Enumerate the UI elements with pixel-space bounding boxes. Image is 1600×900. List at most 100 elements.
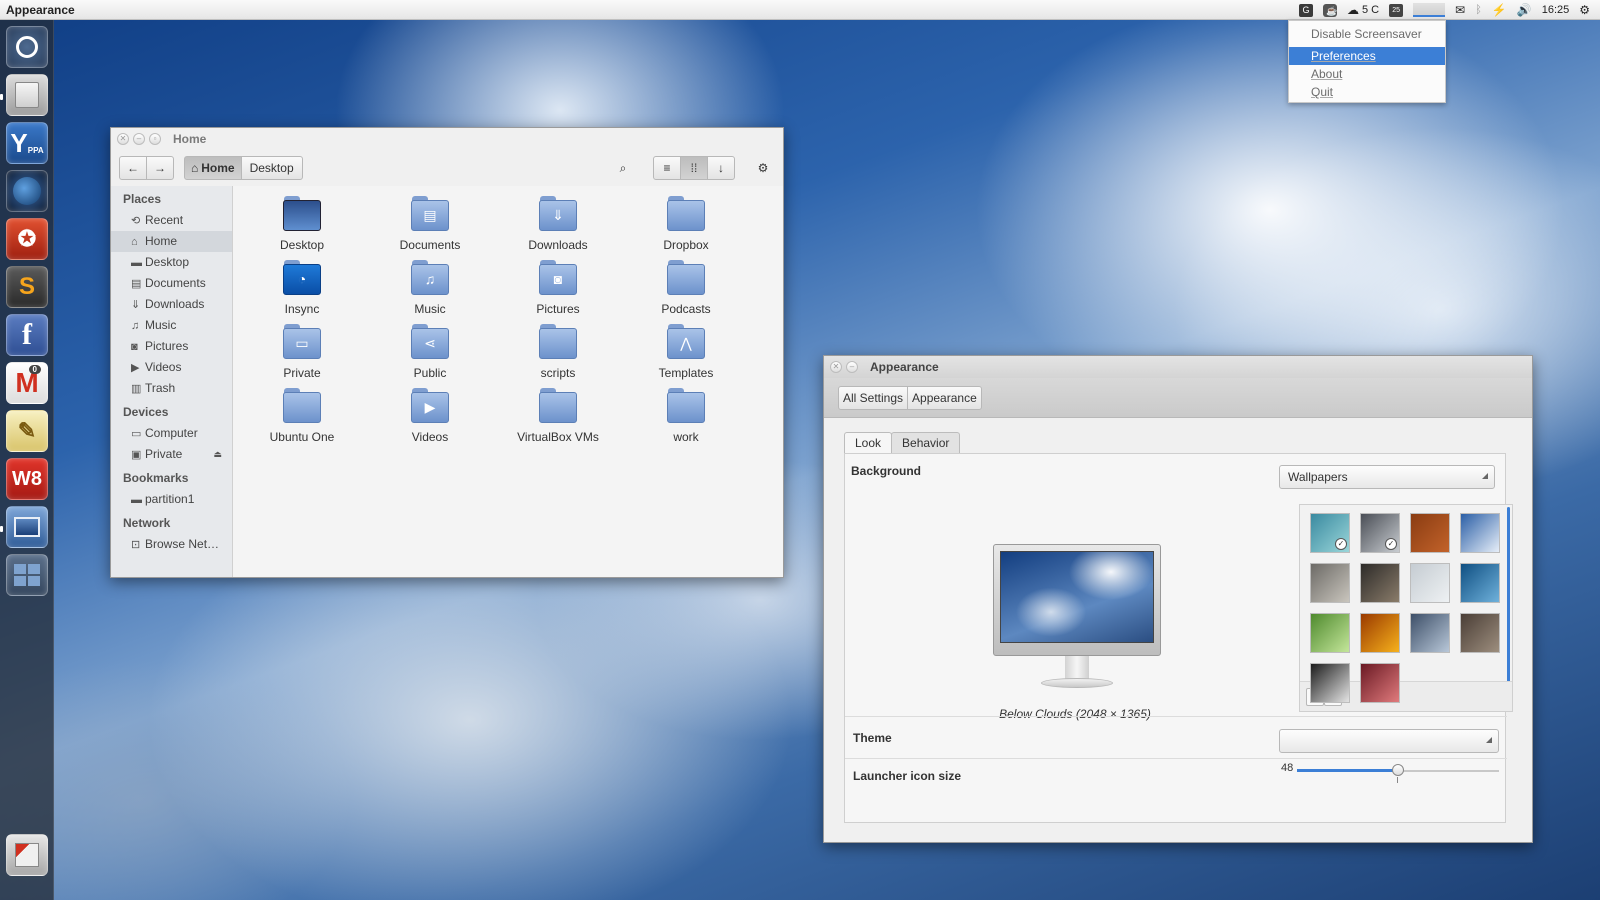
folder-item[interactable]: ◙ Pictures — [495, 258, 621, 316]
wallpaper-source-dropdown[interactable]: Wallpapers — [1279, 465, 1495, 489]
volume-icon[interactable]: 🔊 — [1517, 3, 1532, 17]
menu-item-quit[interactable]: Quit — [1289, 83, 1445, 101]
wallpaper-thumbnail[interactable] — [1310, 613, 1350, 653]
sidebar-item-label: Trash — [145, 381, 176, 395]
wallpaper-thumbnail[interactable] — [1410, 613, 1450, 653]
software-center-icon[interactable]: ✪ — [6, 218, 48, 260]
folder-item[interactable]: VirtualBox VMs — [495, 386, 621, 444]
system-load-icon[interactable] — [1413, 3, 1446, 17]
mail-icon[interactable]: ✉ — [1455, 3, 1465, 17]
sidebar-item-documents[interactable]: ▤ Documents — [111, 273, 232, 294]
folder-label: Videos — [411, 430, 449, 444]
folder-item[interactable]: ▤ Documents — [367, 194, 493, 252]
sidebar-item-computer[interactable]: ▭ Computer — [111, 423, 232, 444]
eject-icon[interactable]: ⏏ — [213, 444, 222, 465]
menu-item-disable-screensaver[interactable]: Disable Screensaver — [1289, 25, 1445, 43]
close-window-button[interactable]: ✕ — [117, 133, 129, 145]
sidebar-item-desktop[interactable]: ▬ Desktop — [111, 252, 232, 273]
wallpaper-thumbnail[interactable] — [1460, 613, 1500, 653]
wallpaper-thumbnail[interactable] — [1310, 663, 1350, 703]
appearance-app-icon[interactable] — [6, 506, 48, 548]
sidebar-item-label: Videos — [145, 360, 182, 374]
arrow-right-icon: → — [154, 161, 166, 175]
path-button-desktop[interactable]: Desktop — [240, 156, 303, 180]
weather-indicator[interactable]: ☁ 5 C — [1347, 3, 1379, 17]
sidebar-item-trash[interactable]: ▥ Trash — [111, 378, 232, 399]
web-browser-icon[interactable] — [6, 170, 48, 212]
maximize-window-button[interactable]: ▫ — [149, 133, 161, 145]
wallpaper-thumbnail[interactable]: ✓ — [1360, 513, 1400, 553]
folder-item[interactable]: ⋖ Public — [367, 322, 493, 380]
wallpaper-thumbnail[interactable] — [1310, 563, 1350, 603]
folder-item[interactable]: ⋀ Templates — [623, 322, 749, 380]
documents-folder-icon: ▤ — [411, 194, 449, 232]
wallpaper-thumbnail[interactable] — [1460, 563, 1500, 603]
sidebar-item-videos[interactable]: ▶ Videos — [111, 357, 232, 378]
y-ppa-manager-icon[interactable]: Y PPA — [6, 122, 48, 164]
path-button-home[interactable]: ⌂ Home — [184, 156, 242, 180]
folder-item[interactable]: Dropbox — [623, 194, 749, 252]
tab-look[interactable]: Look — [844, 432, 893, 454]
folder-item[interactable]: ▶ Videos — [367, 386, 493, 444]
appearance-crumb-button[interactable]: Appearance — [907, 386, 982, 410]
workspace-switcher-icon[interactable] — [6, 554, 48, 596]
video-icon: ▶ — [131, 362, 140, 374]
folder-item[interactable]: ◔ Insync — [239, 258, 365, 316]
folder-item[interactable]: Ubuntu One — [239, 386, 365, 444]
trash-icon[interactable] — [6, 834, 48, 876]
search-button[interactable]: ⌕ — [611, 156, 635, 180]
folder-label: Private — [283, 366, 321, 380]
menu-item-about[interactable]: About — [1289, 65, 1445, 83]
clock[interactable]: 16:25 — [1542, 4, 1570, 16]
gmail-icon[interactable]: M 0 — [6, 362, 48, 404]
wallpaper-thumbnail[interactable]: ✓ — [1310, 513, 1350, 553]
folder-item[interactable]: ⇓ Downloads — [495, 194, 621, 252]
network-icon[interactable]: ⚡ — [1492, 3, 1507, 17]
wallpaper-thumbnail[interactable] — [1410, 513, 1450, 553]
caffeine-cup-icon[interactable]: ☕ — [1323, 3, 1337, 17]
close-window-button[interactable]: ✕ — [830, 361, 842, 373]
wallpaper-thumbnail[interactable] — [1360, 563, 1400, 603]
tab-behavior[interactable]: Behavior — [891, 432, 961, 454]
sidebar-item-recent[interactable]: ⟲ Recent — [111, 210, 232, 231]
view-options-button[interactable]: ↓ — [707, 156, 735, 180]
sidebar-item-private[interactable]: ▣ Private ⏏ — [111, 444, 232, 465]
wallpaper-thumbnail[interactable] — [1360, 613, 1400, 653]
facebook-icon[interactable]: f — [6, 314, 48, 356]
calendar-icon[interactable]: 25 — [1389, 3, 1404, 17]
menu-item-preferences[interactable]: Preferences — [1289, 47, 1445, 65]
wallpaper-thumbnail[interactable] — [1410, 563, 1450, 603]
wallpaper-thumbnail[interactable] — [1460, 513, 1500, 553]
sublime-text-icon[interactable]: S — [6, 266, 48, 308]
theme-dropdown[interactable] — [1279, 729, 1499, 753]
w8-icon[interactable]: W8 — [6, 458, 48, 500]
bluetooth-icon[interactable]: ᛒ — [1475, 4, 1482, 16]
settings-gear-button[interactable]: ⚙ — [751, 156, 775, 180]
sidebar-item-downloads[interactable]: ⇓ Downloads — [111, 294, 232, 315]
sidebar-item-home[interactable]: ⌂ Home — [111, 231, 232, 252]
folder-item[interactable]: Podcasts — [623, 258, 749, 316]
all-settings-button[interactable]: All Settings — [838, 386, 909, 410]
sidebar-item-pictures[interactable]: ◙ Pictures — [111, 336, 232, 357]
folder-item[interactable]: scripts — [495, 322, 621, 380]
g-indicator-icon[interactable]: G — [1299, 3, 1313, 17]
dash-home-icon[interactable] — [6, 26, 48, 68]
wallpaper-thumbnail[interactable] — [1360, 663, 1400, 703]
sidebar-item-music[interactable]: ♫ Music — [111, 315, 232, 336]
launcher-size-slider-handle[interactable] — [1392, 764, 1404, 776]
session-gear-icon[interactable]: ⚙ — [1579, 3, 1590, 17]
sidebar-item-partition1[interactable]: ▬ partition1 — [111, 489, 232, 510]
sidebar-item-browse-net[interactable]: ⊡ Browse Net… — [111, 534, 232, 555]
folder-item[interactable]: ♫ Music — [367, 258, 493, 316]
grid-view-button[interactable]: ⁞⁞ — [680, 156, 708, 180]
forward-button[interactable]: → — [146, 156, 174, 180]
text-editor-icon[interactable]: ✎ — [6, 410, 48, 452]
folder-item[interactable]: ▭ Private — [239, 322, 365, 380]
files-app-icon[interactable] — [6, 74, 48, 116]
back-button[interactable]: ← — [119, 156, 147, 180]
list-view-button[interactable]: ≡ — [653, 156, 681, 180]
folder-item[interactable]: work — [623, 386, 749, 444]
minimize-window-button[interactable]: – — [846, 361, 858, 373]
minimize-window-button[interactable]: – — [133, 133, 145, 145]
folder-item[interactable]: Desktop — [239, 194, 365, 252]
